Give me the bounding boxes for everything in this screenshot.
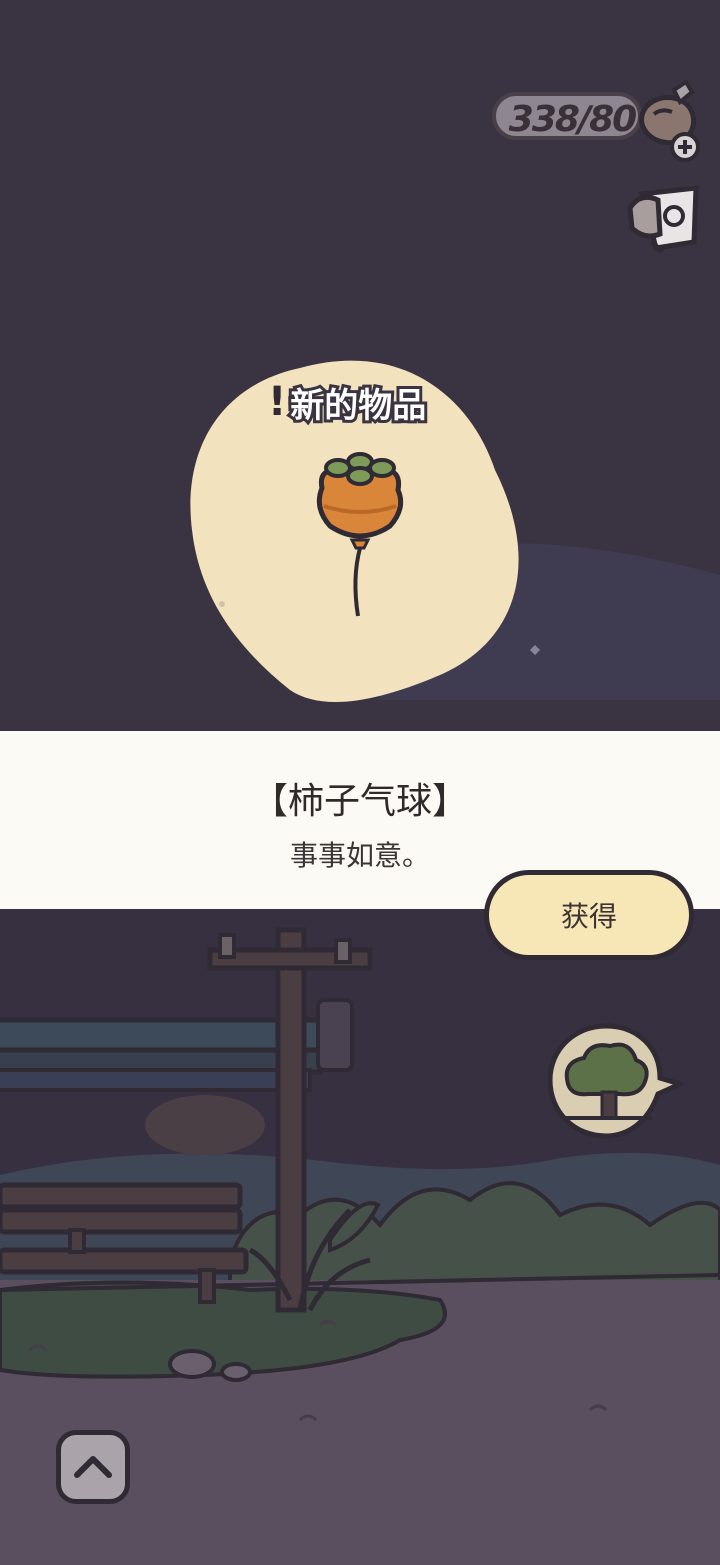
note-card-icon[interactable] [622, 182, 702, 258]
obtain-button-label: 获得 [560, 900, 617, 933]
currency-counter[interactable]: 338/80 [492, 80, 702, 162]
chevron-up-icon [74, 1456, 112, 1478]
new-item-label: 新的物品 [287, 383, 429, 429]
expand-up-button[interactable] [56, 1430, 130, 1504]
item-description: 事事如意。 [289, 839, 430, 872]
currency-value: 338/80 [508, 99, 637, 140]
item-name: 【柿子气球】 [251, 781, 468, 822]
tree-house-icon[interactable] [548, 1022, 684, 1142]
currency-pill: 338/80 [492, 92, 642, 140]
exclamation-icon: ! [268, 379, 287, 425]
obtain-button[interactable]: 获得 [484, 870, 694, 960]
plus-icon[interactable] [670, 132, 700, 162]
new-item-heading: ! 新的物品 [268, 378, 429, 429]
persimmon-balloon-icon [316, 452, 404, 617]
